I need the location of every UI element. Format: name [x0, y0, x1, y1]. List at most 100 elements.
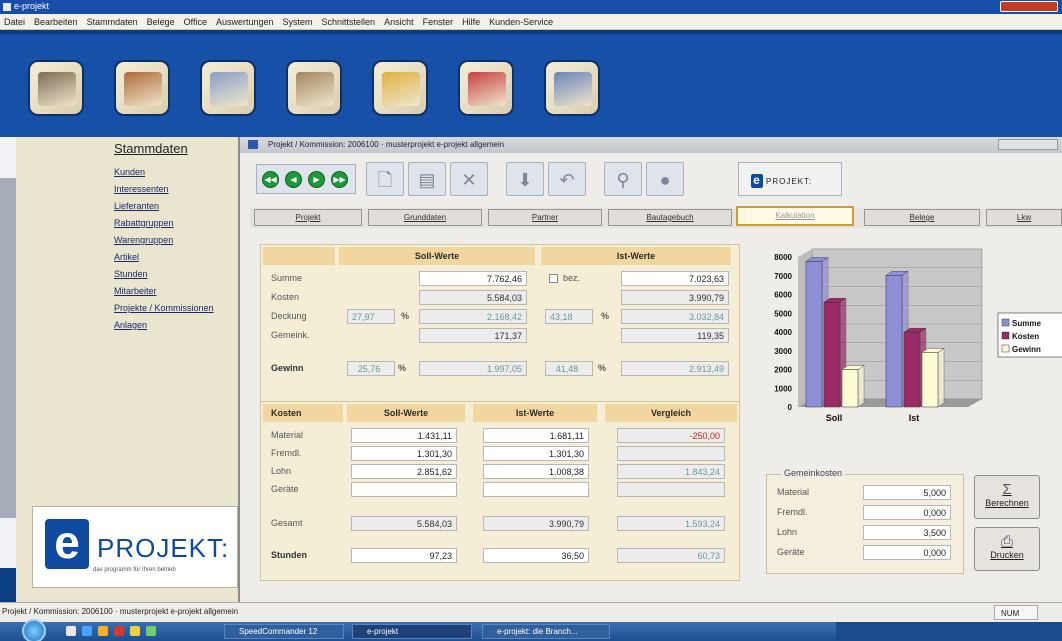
sidebar-item-projekte-kommissionen[interactable]: Projekte / Kommissionen — [114, 303, 214, 313]
menu-item-hilfe[interactable]: Hilfe — [462, 17, 480, 27]
tab-projekt[interactable]: Projekt — [254, 209, 362, 226]
gemein-value-field-2[interactable]: 3,500 — [863, 525, 951, 540]
menu-item-stammdaten[interactable]: Stammdaten — [87, 17, 138, 27]
label-material: Material — [271, 430, 304, 440]
ist-geraete-field[interactable] — [483, 482, 589, 497]
status-bar: Projekt / Kommission: 2006100 · musterpr… — [0, 602, 1062, 622]
soll-stunden-field[interactable]: 97,23 — [351, 548, 457, 563]
task-eprojekt-browser[interactable]: e-projekt: die Branch... — [482, 624, 610, 639]
soll-fremdl-field[interactable]: 1.301,30 — [351, 446, 457, 461]
taskbar: SpeedCommander 12 e-projekt e-projekt: d… — [0, 619, 1062, 641]
berechnen-button[interactable]: Σ Berechnen — [974, 475, 1040, 519]
edit-button[interactable]: ▤ — [408, 162, 446, 196]
ist-material-field[interactable]: 1.681,11 — [483, 428, 589, 443]
menu-item-schnittstellen[interactable]: Schnittstellen — [322, 17, 376, 27]
record-navigation: ◀◀ ◀ ▶ ▶▶ — [256, 164, 356, 194]
menu-item-fenster[interactable]: Fenster — [423, 17, 454, 27]
system-icon[interactable] — [544, 60, 600, 116]
gemein-value-field-1[interactable]: 0,000 — [863, 505, 951, 520]
last-record-button[interactable]: ▶▶ — [331, 171, 348, 188]
ist-gesamt-field: 3.990,79 — [483, 516, 589, 531]
ist-summe-field[interactable]: 7.023,63 — [621, 271, 729, 286]
sidebar-item-anlagen[interactable]: Anlagen — [114, 320, 147, 330]
sidebar-item-warengruppen[interactable]: Warengruppen — [114, 235, 173, 245]
first-record-button[interactable]: ◀◀ — [262, 171, 279, 188]
sidebar-item-rabattgruppen[interactable]: Rabattgruppen — [114, 218, 174, 228]
bar-side-gewinn — [937, 347, 945, 408]
quicklaunch-app-icon[interactable] — [146, 626, 156, 636]
delete-button[interactable]: ✕ — [450, 162, 488, 196]
office-icon[interactable] — [200, 60, 256, 116]
menu-item-system[interactable]: System — [283, 17, 313, 27]
menu-item-datei[interactable]: Datei — [4, 17, 25, 27]
print-preview-button[interactable]: ● — [646, 162, 684, 196]
save-button[interactable]: ⬇ — [506, 162, 544, 196]
bezahlt-checkbox[interactable] — [549, 274, 558, 283]
quicklaunch-opera-icon[interactable] — [114, 626, 124, 636]
sidebar-item-stunden[interactable]: Stunden — [114, 269, 148, 279]
tab-bautagebuch[interactable]: Bautagebuch — [608, 209, 732, 226]
soll-gemeink-field: 171,37 — [419, 328, 527, 343]
sidebar-item-artikel[interactable]: Artikel — [114, 252, 139, 262]
planung-icon[interactable] — [458, 60, 514, 116]
menu-item-ansicht[interactable]: Ansicht — [384, 17, 414, 27]
gemein-label-2: Lohn — [777, 527, 798, 537]
tab-kalkulation[interactable]: Kalkulation — [736, 206, 854, 226]
sidebar-item-interessenten[interactable]: Interessenten — [114, 184, 169, 194]
projekte-icon-graphic — [296, 72, 334, 106]
gemein-label-0: Material — [777, 487, 810, 497]
bar-kosten-soll — [823, 302, 841, 408]
soll-lohn-field[interactable]: 2.851,62 — [351, 464, 457, 479]
gemein-value-field-0[interactable]: 5,000 — [863, 485, 951, 500]
quicklaunch-ie-icon[interactable] — [82, 626, 92, 636]
menu-item-bearbeiten[interactable]: Bearbeiten — [34, 17, 78, 27]
quicklaunch-desktop-icon[interactable] — [66, 626, 76, 636]
tab-belege[interactable]: Belege — [864, 209, 980, 226]
undo-button[interactable]: ↶ — [548, 162, 586, 196]
search-button[interactable]: ⚲ — [604, 162, 642, 196]
label-lohn: Lohn — [271, 466, 292, 476]
tab-partner[interactable]: Partner — [488, 209, 602, 226]
tab-grunddaten[interactable]: Grunddaten — [368, 209, 482, 226]
costs-header-kosten: Kosten — [263, 404, 343, 422]
window-controls[interactable] — [1000, 1, 1058, 12]
drucken-button[interactable]: ⎙ Drucken — [974, 527, 1040, 571]
projekte-icon[interactable] — [286, 60, 342, 116]
soll-material-field[interactable]: 1.431,11 — [351, 428, 457, 443]
tab-lkw[interactable]: Lkw — [986, 209, 1062, 226]
legend-swatch-summe — [1001, 318, 1010, 327]
eprojekt-brand-button[interactable]: e PROJEKT: — [738, 162, 842, 196]
legend-label-summe: Summe — [1012, 319, 1041, 328]
task-speedcommander[interactable]: SpeedCommander 12 — [224, 624, 344, 639]
stammdaten-icon[interactable] — [28, 60, 84, 116]
vgl-stunden-field: 60,73 — [617, 548, 725, 563]
label-gewinn: Gewinn — [271, 363, 304, 373]
menu-bar: Datei Bearbeiten Stammdaten Belege Office Aus… — [0, 14, 1062, 30]
new-button[interactable]: 🗋 — [366, 162, 404, 196]
quicklaunch-folder-icon[interactable] — [130, 626, 140, 636]
menu-item-office[interactable]: Office — [184, 17, 207, 27]
ist-fremdl-field[interactable]: 1.301,30 — [483, 446, 589, 461]
auswertungen-icon[interactable] — [372, 60, 428, 116]
sidebar-item-mitarbeiter[interactable]: Mitarbeiter — [114, 286, 157, 296]
menu-item-auswertungen[interactable]: Auswertungen — [216, 17, 274, 27]
percent-sign: % — [601, 311, 610, 321]
ist-lohn-field[interactable]: 1.008,38 — [483, 464, 589, 479]
quicklaunch-explorer-icon[interactable] — [98, 626, 108, 636]
soll-summe-field[interactable]: 7.762,46 — [419, 271, 527, 286]
start-button[interactable] — [22, 619, 46, 641]
delete-x-icon: ✕ — [461, 170, 477, 190]
menu-item-kunden-service[interactable]: Kunden-Service — [489, 17, 553, 27]
next-record-button[interactable]: ▶ — [308, 171, 325, 188]
sidebar-item-lieferanten[interactable]: Lieferanten — [114, 201, 159, 211]
task-eprojekt[interactable]: e-projekt — [352, 624, 472, 639]
prev-record-button[interactable]: ◀ — [285, 171, 302, 188]
gemein-value-field-3[interactable]: 0,000 — [863, 545, 951, 560]
belege-icon[interactable] — [114, 60, 170, 116]
soll-geraete-field[interactable] — [351, 482, 457, 497]
sidebar-item-kunden[interactable]: Kunden — [114, 167, 145, 177]
bar-side-gewinn — [857, 365, 865, 408]
ist-stunden-field[interactable]: 36,50 — [483, 548, 589, 563]
menu-item-belege[interactable]: Belege — [147, 17, 175, 27]
window-controls[interactable] — [998, 139, 1058, 150]
